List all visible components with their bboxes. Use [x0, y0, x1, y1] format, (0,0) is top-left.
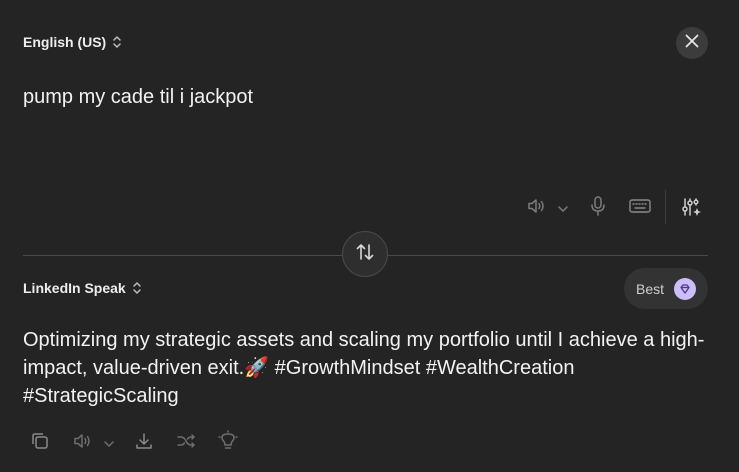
settings-button[interactable]	[680, 197, 704, 221]
microphone-button[interactable]	[588, 195, 608, 222]
shuffle-button[interactable]	[175, 432, 197, 454]
close-icon	[685, 34, 699, 53]
source-language-label: English (US)	[23, 34, 107, 50]
copy-icon	[30, 431, 50, 456]
copy-button[interactable]	[29, 432, 51, 454]
gem-icon	[674, 277, 697, 300]
voice-options-button[interactable]	[556, 202, 570, 214]
keyboard-button[interactable]	[627, 198, 653, 219]
source-text-input[interactable]: pump my cade til i jackpot	[23, 86, 253, 109]
updown-chevron-icon	[112, 35, 122, 49]
toolbar-divider	[665, 190, 666, 224]
download-icon	[134, 431, 154, 456]
lightbulb-icon	[218, 429, 238, 457]
close-button[interactable]	[676, 27, 708, 59]
download-button[interactable]	[133, 432, 155, 454]
sliders-sparkle-icon	[681, 196, 703, 223]
explain-button[interactable]	[217, 429, 239, 457]
speaker-icon	[526, 197, 546, 220]
source-language-select[interactable]: English (US)	[23, 34, 122, 50]
swap-vertical-icon	[355, 242, 375, 267]
keyboard-icon	[628, 198, 652, 219]
shuffle-icon	[176, 431, 196, 456]
speaker-button[interactable]	[525, 198, 547, 218]
speaker-icon	[72, 432, 92, 455]
microphone-icon	[590, 195, 606, 222]
target-language-label: LinkedIn Speak	[23, 280, 126, 296]
output-speaker-button[interactable]	[71, 433, 93, 453]
target-language-select[interactable]: LinkedIn Speak	[23, 280, 142, 296]
updown-chevron-icon	[132, 281, 142, 295]
quality-selector[interactable]: Best	[624, 268, 708, 309]
output-voice-options-button[interactable]	[102, 437, 116, 449]
chevron-down-icon	[104, 434, 114, 452]
swap-languages-button[interactable]	[342, 231, 388, 277]
chevron-down-icon	[558, 199, 568, 217]
translation-output: Optimizing my strategic assets and scali…	[23, 329, 705, 407]
quality-label: Best	[636, 280, 665, 297]
